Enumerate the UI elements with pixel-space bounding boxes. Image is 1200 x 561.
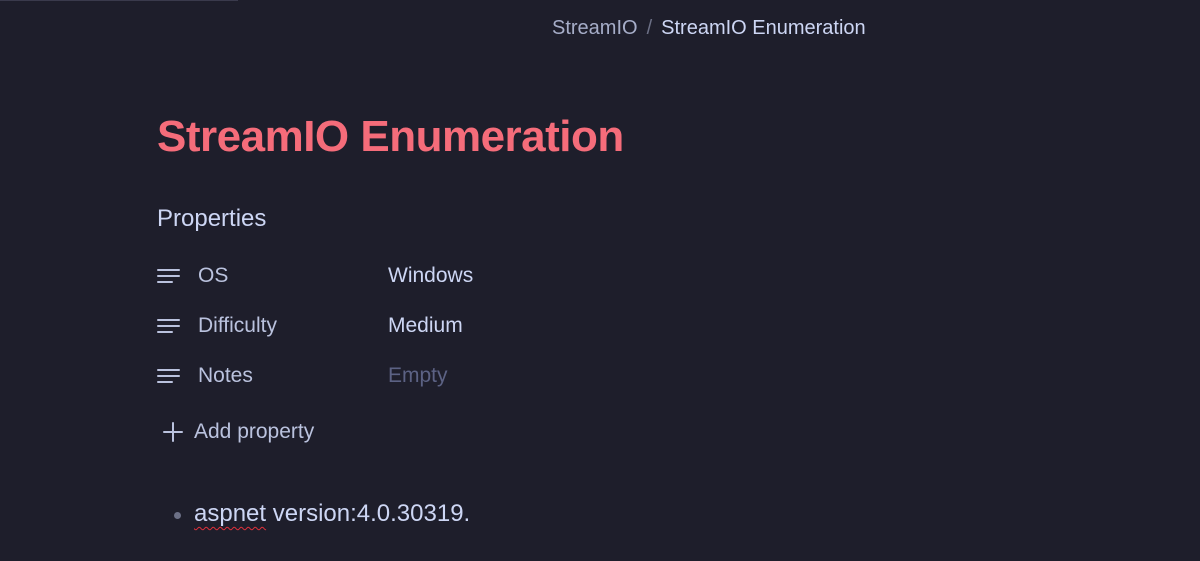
list-item-text[interactable]: aspnet version:4.0.30319.: [194, 497, 470, 531]
bullet-list: aspnet version:4.0.30319.: [174, 497, 470, 531]
text-lines-icon[interactable]: [157, 266, 183, 286]
bullet-icon: [174, 511, 181, 519]
property-row-os: OS Windows: [157, 256, 657, 296]
property-value[interactable]: Medium: [388, 314, 463, 338]
text-lines-icon[interactable]: [157, 366, 183, 386]
plus-icon: [163, 422, 183, 442]
page-title[interactable]: StreamIO Enumeration: [157, 108, 624, 166]
add-property-label: Add property: [194, 420, 315, 443]
property-row-difficulty: Difficulty Medium: [157, 306, 657, 346]
misspelled-word[interactable]: aspnet: [194, 500, 266, 527]
breadcrumb-current[interactable]: StreamIO Enumeration: [661, 16, 866, 40]
top-divider: [0, 0, 238, 1]
property-key[interactable]: Difficulty: [198, 314, 388, 338]
property-value[interactable]: Windows: [388, 264, 473, 288]
add-property-button[interactable]: Add property: [162, 416, 314, 448]
breadcrumb: StreamIO / StreamIO Enumeration: [552, 16, 866, 40]
breadcrumb-separator: /: [646, 17, 653, 39]
property-key[interactable]: OS: [198, 264, 388, 288]
list-item[interactable]: aspnet version:4.0.30319.: [174, 497, 470, 531]
properties-heading[interactable]: Properties: [157, 204, 266, 234]
breadcrumb-parent[interactable]: StreamIO: [552, 16, 638, 40]
text-lines-icon[interactable]: [157, 316, 183, 336]
property-key[interactable]: Notes: [198, 364, 388, 388]
property-row-notes: Notes Empty: [157, 356, 657, 396]
property-value-empty[interactable]: Empty: [388, 364, 448, 388]
list-item-rest: version:4.0.30319.: [266, 500, 471, 527]
page: StreamIO / StreamIO Enumeration StreamIO…: [0, 0, 1200, 561]
